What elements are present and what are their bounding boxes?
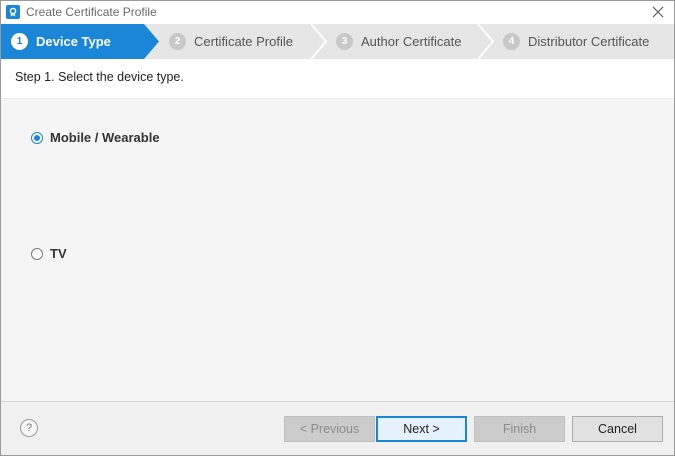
finish-button[interactable]: Finish xyxy=(474,416,565,442)
radio-label: TV xyxy=(50,246,67,261)
step-number: 2 xyxy=(169,33,186,50)
step-separator xyxy=(477,24,495,59)
step-label: Distributor Certificate xyxy=(528,34,650,49)
step-number: 1 xyxy=(11,33,28,50)
device-type-panel: Mobile / Wearable TV xyxy=(1,99,674,401)
radio-button[interactable] xyxy=(31,247,43,260)
next-button[interactable]: Next > xyxy=(376,416,467,442)
title-bar: Create Certificate Profile xyxy=(1,1,674,23)
cancel-button[interactable]: Cancel xyxy=(572,416,663,442)
step-author-certificate[interactable]: 3 Author Certificate xyxy=(336,24,461,59)
radio-option-mobile-wearable[interactable]: Mobile / Wearable xyxy=(31,130,160,145)
previous-button[interactable]: < Previous xyxy=(284,416,375,442)
instruction-bar: Step 1. Select the device type. xyxy=(1,59,674,99)
step-number: 3 xyxy=(336,33,353,50)
step-arrow xyxy=(144,24,159,59)
window-title: Create Certificate Profile xyxy=(26,5,157,19)
help-icon[interactable]: ? xyxy=(20,419,38,437)
radio-button[interactable] xyxy=(31,131,43,144)
wizard-steps: 1 Device Type 2 Certificate Profile 3 Au… xyxy=(1,24,674,59)
instruction-text: Step 1. Select the device type. xyxy=(15,70,184,84)
close-icon[interactable] xyxy=(650,4,666,20)
step-label: Device Type xyxy=(36,34,111,49)
radio-label: Mobile / Wearable xyxy=(50,130,160,145)
radio-option-tv[interactable]: TV xyxy=(31,246,67,261)
step-certificate-profile[interactable]: 2 Certificate Profile xyxy=(169,24,293,59)
step-number: 4 xyxy=(503,33,520,50)
step-separator xyxy=(310,24,328,59)
certificate-manager-icon xyxy=(6,5,20,19)
step-distributor-certificate[interactable]: 4 Distributor Certificate xyxy=(503,24,649,59)
button-bar: ? < Previous Next > Finish Cancel xyxy=(1,401,674,455)
dialog-window: Create Certificate Profile 1 Device Type… xyxy=(0,0,675,456)
step-label: Certificate Profile xyxy=(194,34,293,49)
step-label: Author Certificate xyxy=(361,34,462,49)
step-device-type[interactable]: 1 Device Type xyxy=(1,24,144,59)
